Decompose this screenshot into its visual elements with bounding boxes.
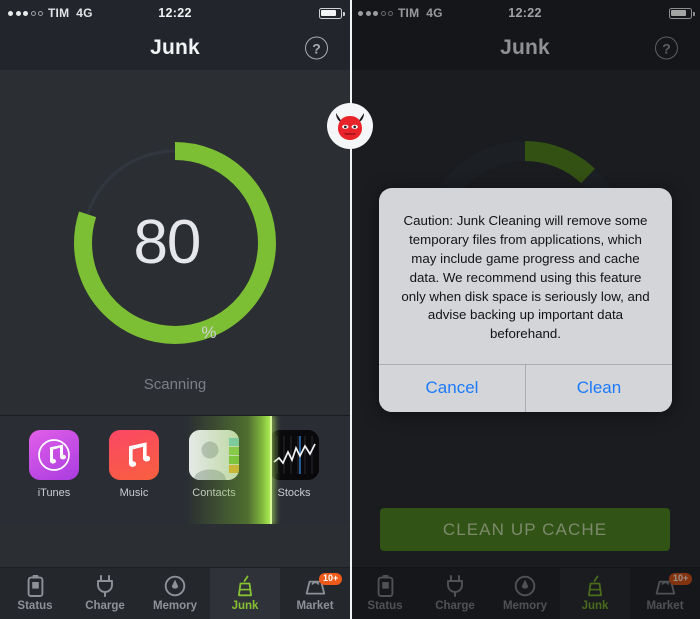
tab-status[interactable]: Status: [0, 568, 70, 619]
screenshot-root: TIM 4G 12:22 Junk ? 80 % Scanning iTunes…: [0, 0, 700, 619]
devil-head-logo: [327, 103, 373, 149]
list-item-label: Contacts: [192, 487, 236, 499]
list-item[interactable]: Music: [94, 430, 174, 499]
gauge-unit: %: [201, 322, 217, 342]
tab-label: Charge: [85, 600, 125, 612]
scanned-apps-row: iTunes Music Contacts Stocks: [0, 416, 350, 524]
broom-icon: [234, 575, 256, 597]
junk-progress-gauge: 80 %: [67, 135, 283, 351]
phone-screen-confirm-dialog: TIM 4G 12:22 Junk ? CLEAN UP CACHE Cauti…: [350, 0, 700, 619]
phone-screen-scanning: TIM 4G 12:22 Junk ? 80 % Scanning iTunes…: [0, 0, 350, 619]
tab-label: Status: [17, 600, 53, 612]
tab-charge[interactable]: Charge: [70, 568, 140, 619]
tab-label: Junk: [231, 600, 259, 612]
battery-icon: [27, 575, 44, 597]
status-bar-right: [319, 7, 345, 19]
list-item[interactable]: Contacts: [174, 430, 254, 499]
stocks-app-icon: [269, 430, 319, 480]
question-circle-icon[interactable]: ?: [305, 36, 328, 60]
itunes-app-icon: [29, 430, 79, 480]
gauge-value: 80: [133, 207, 201, 277]
plug-icon: [95, 575, 115, 597]
tab-label: Memory: [152, 600, 198, 612]
dialog-actions: Cancel Clean: [379, 364, 672, 413]
cancel-button[interactable]: Cancel: [379, 365, 525, 413]
panel-divider: [350, 0, 352, 619]
tab-junk[interactable]: Junk: [210, 568, 280, 619]
tab-market[interactable]: 10+ Market: [280, 568, 350, 619]
list-item[interactable]: Stocks: [254, 430, 334, 499]
tab-memory[interactable]: Memory: [140, 568, 210, 619]
battery-icon: [319, 7, 345, 19]
list-item-label: iTunes: [37, 487, 71, 499]
junk-gauge-section: 80 % Scanning: [0, 70, 350, 415]
list-item[interactable]: iTunes: [14, 430, 94, 499]
list-item-label: Stocks: [277, 487, 311, 499]
junk-cleaning-confirm-dialog: Caution: Junk Cleaning will remove some …: [379, 188, 672, 413]
tab-label: Market: [296, 600, 334, 612]
navigation-bar: Junk ?: [0, 26, 350, 70]
list-item-label: Music: [119, 487, 149, 499]
tab-bar: Status Charge Memory Junk 10+ Market: [0, 567, 350, 619]
status-badge: 10+: [319, 573, 343, 585]
dialog-message: Caution: Junk Cleaning will remove some …: [401, 213, 650, 342]
speedometer-icon: [164, 575, 186, 597]
page-title: Junk: [150, 36, 200, 59]
gauge-value-wrap: 80 %: [67, 135, 283, 351]
status-bar: TIM 4G 12:22: [0, 0, 350, 26]
music-app-icon: [109, 430, 159, 480]
contacts-app-icon: [189, 430, 239, 480]
clean-button[interactable]: Clean: [525, 365, 672, 413]
scan-status-text: Scanning: [143, 376, 207, 393]
status-bar-clock: 12:22: [158, 6, 192, 20]
